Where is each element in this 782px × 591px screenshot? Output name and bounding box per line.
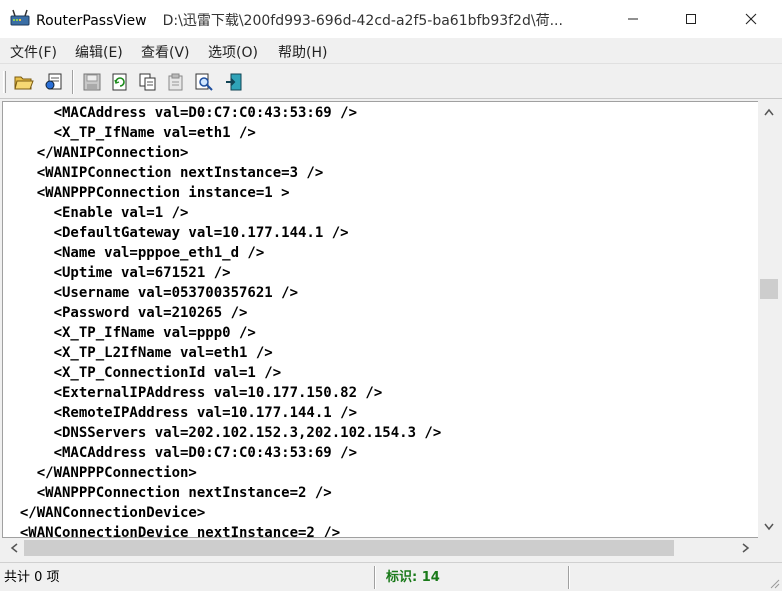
report-line: <MACAddress val=D0:C7:C0:43:53:69 /> (3, 105, 358, 121)
properties-icon (168, 73, 183, 91)
report-line: </WANConnectionDevice> (3, 505, 206, 521)
status-divider (374, 566, 376, 589)
close-button[interactable] (728, 0, 774, 38)
report-line: <WANIPConnection nextInstance=3 /> (3, 165, 324, 181)
window-title-path: D:\迅雷下载\200fd993-696d-42cd-a2f5-ba61bfb9… (162, 13, 563, 29)
report-line: <WANPPPConnection nextInstance=2 /> (3, 485, 332, 501)
refresh-icon (112, 73, 127, 91)
save-button[interactable] (80, 70, 104, 94)
menu-bar: 文件(F) 编辑(E) 查看(V) 选项(O) 帮助(H) (0, 38, 782, 64)
save-icon (83, 73, 101, 91)
menu-help[interactable]: 帮助(H) (278, 42, 327, 62)
report-line: <RemoteIPAddress val=10.177.144.1 /> (3, 405, 358, 421)
scroll-down-button[interactable] (758, 518, 780, 536)
minimize-icon (628, 18, 638, 20)
minimize-button[interactable] (610, 0, 656, 38)
scroll-left-button[interactable] (4, 538, 24, 558)
toolbar-separator (72, 70, 74, 94)
window-title-app: RouterPassView (36, 13, 147, 29)
exit-icon (226, 73, 242, 91)
maximize-icon (686, 14, 696, 24)
horizontal-scrollbar[interactable] (2, 538, 780, 558)
refresh-button[interactable] (108, 70, 132, 94)
vertical-scroll-thumb[interactable] (760, 279, 778, 299)
report-line: <DefaultGateway val=10.177.144.1 /> (3, 225, 349, 241)
report-line: <Uptime val=671521 /> (3, 265, 231, 281)
open-file-icon (45, 73, 62, 90)
scroll-right-icon (742, 543, 750, 553)
toolbar-grip[interactable] (3, 71, 6, 93)
open-file-button[interactable] (42, 70, 66, 94)
scroll-up-button[interactable] (758, 103, 780, 121)
open-folder-icon (14, 76, 34, 90)
copy-button[interactable] (136, 70, 160, 94)
scroll-left-icon (10, 543, 18, 553)
report-line: <X_TP_IfName val=eth1 /> (3, 125, 256, 141)
report-line: <X_TP_ConnectionId val=1 /> (3, 365, 282, 381)
report-line: <X_TP_IfName val=ppp0 /> (3, 325, 256, 341)
report-text-area[interactable]: <MACAddress val=D0:C7:C0:43:53:69 /> <X_… (2, 101, 760, 538)
status-item-count: 共计 0 项 (4, 570, 60, 585)
maximize-button[interactable] (668, 0, 714, 38)
exit-button[interactable] (222, 70, 246, 94)
report-line: </WANIPConnection> (3, 145, 189, 161)
report-line: <WANConnectionDevice nextInstance=2 /> (3, 525, 341, 538)
find-button[interactable] (192, 70, 216, 94)
report-line: <ExternalIPAddress val=10.177.150.82 /> (3, 385, 383, 401)
window-title: RouterPassView D:\迅雷下载\200fd993-696d-42cd… (36, 10, 606, 30)
report-line: <Name val=pppoe_eth1_d /> (3, 245, 265, 261)
report-line: <DNSServers val=202.102.152.3,202.102.15… (3, 425, 442, 441)
properties-button[interactable] (164, 70, 188, 94)
report-line: <MACAddress val=D0:C7:C0:43:53:69 /> (3, 445, 358, 461)
copy-icon (139, 73, 156, 91)
menu-view[interactable]: 查看(V) (141, 42, 190, 62)
status-bar: 共计 0 项 标识: 14 (0, 562, 782, 591)
horizontal-scroll-thumb[interactable] (24, 540, 674, 556)
close-icon (745, 13, 757, 25)
report-line: <WANPPPConnection instance=1 > (3, 185, 290, 201)
report-line: <Enable val=1 /> (3, 205, 189, 221)
report-line: <X_TP_L2IfName val=eth1 /> (3, 345, 273, 361)
resize-grip-icon[interactable] (768, 577, 780, 589)
title-bar[interactable]: RouterPassView D:\迅雷下载\200fd993-696d-42cd… (0, 0, 782, 38)
menu-edit[interactable]: 编辑(E) (75, 42, 123, 62)
vertical-scrollbar[interactable] (758, 101, 780, 538)
open-folder-button[interactable] (12, 70, 36, 94)
report-line: <Username val=053700357621 /> (3, 285, 299, 301)
status-marker: 标识: 14 (386, 570, 440, 585)
scroll-down-icon (764, 523, 774, 531)
scroll-up-icon (764, 108, 774, 116)
status-divider (568, 566, 570, 589)
router-app-icon (10, 9, 30, 26)
toolbar (0, 65, 782, 99)
report-line: <Password val=210265 /> (3, 305, 248, 321)
scroll-right-button[interactable] (736, 538, 756, 558)
menu-file[interactable]: 文件(F) (10, 42, 57, 62)
menu-options[interactable]: 选项(O) (208, 42, 258, 62)
find-icon (195, 73, 213, 91)
report-line: </WANPPPConnection> (3, 465, 197, 481)
